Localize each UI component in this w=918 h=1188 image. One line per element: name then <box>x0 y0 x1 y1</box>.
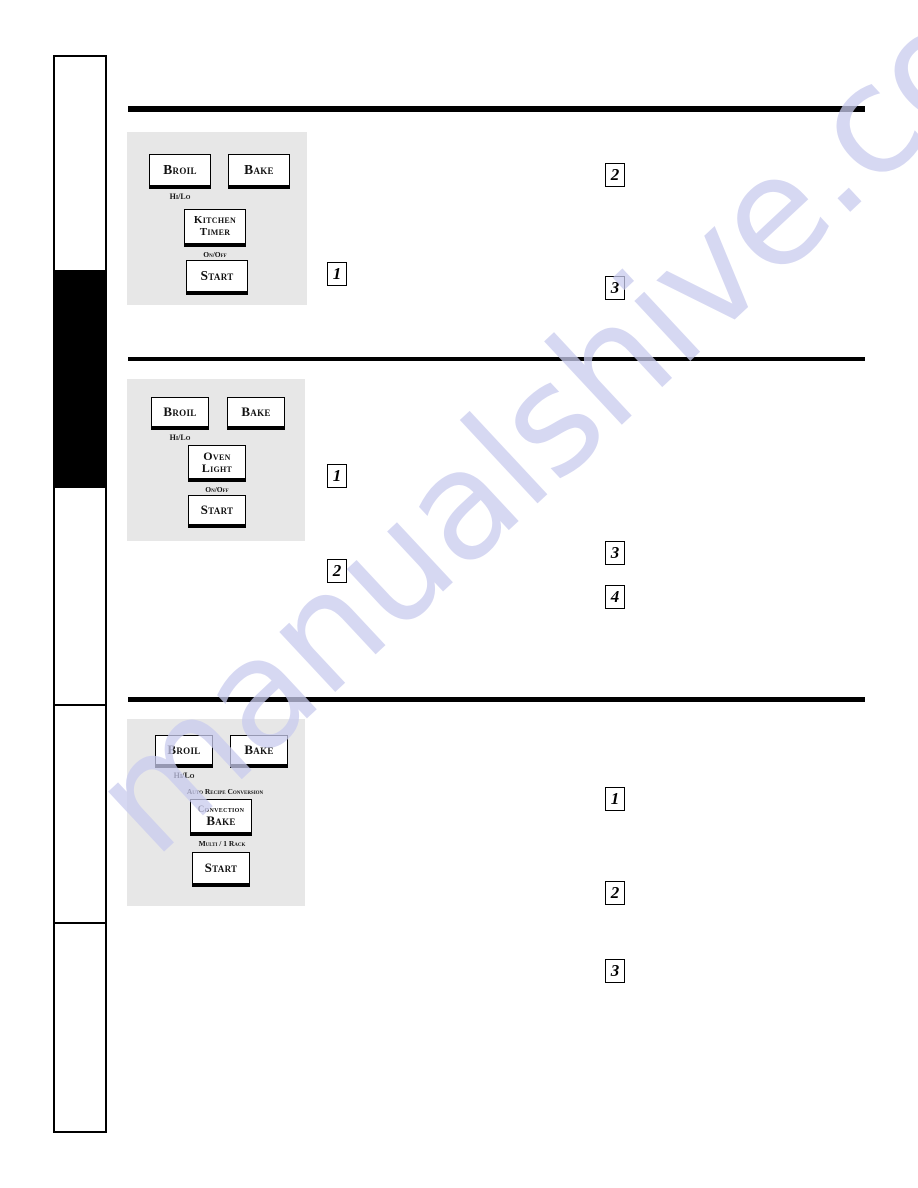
bake-button-label: Bake <box>244 162 274 178</box>
oven-light-button[interactable]: Oven Light <box>188 445 246 482</box>
bake-button[interactable]: Bake <box>227 397 285 430</box>
broil-button[interactable]: Broil <box>151 397 209 430</box>
oven-light-button-label-line2: Light <box>201 461 233 475</box>
bake-button-label: Bake <box>241 404 271 420</box>
broil-sublabel: Hi/Lo <box>169 192 191 201</box>
step-marker: 2 <box>327 559 347 583</box>
bake-button-label: Bake <box>244 742 274 758</box>
step-marker: 4 <box>605 585 625 609</box>
step-marker: 2 <box>605 163 625 187</box>
section-divider-bottom <box>128 697 865 702</box>
sidebar-item-tab-3[interactable] <box>55 488 105 704</box>
broil-sublabel: Hi/Lo <box>173 771 195 780</box>
sidebar-item-tab-1[interactable] <box>55 57 105 270</box>
convection-bake-button-label-line2: Bake <box>206 812 236 828</box>
kitchen-timer-button-label-line1: Kitchen <box>193 214 237 227</box>
step-marker: 3 <box>605 541 625 565</box>
broil-sublabel: Hi/Lo <box>169 433 191 442</box>
start-button-label: Start <box>204 860 238 876</box>
control-panel-oven-light: Broil Hi/Lo Bake Oven Light On/Off Start <box>127 379 305 541</box>
step-marker: 1 <box>605 787 625 811</box>
broil-button[interactable]: Broil <box>155 735 213 768</box>
convection-bake-sublabel: Multi / 1 Rack <box>198 839 246 848</box>
section-divider-top <box>128 106 865 112</box>
step-marker: 2 <box>605 881 625 905</box>
kitchen-timer-button-label-line2: Timer <box>199 225 231 238</box>
start-button[interactable]: Start <box>186 260 248 295</box>
start-button-label: Start <box>200 268 234 284</box>
bake-button[interactable]: Bake <box>230 735 288 768</box>
control-panel-convection-bake: Broil Hi/Lo Bake Auto Recipe Conversion … <box>127 719 305 906</box>
sidebar-tab-strip <box>53 55 107 1133</box>
convection-bake-button[interactable]: Convection Bake <box>190 799 252 836</box>
sidebar-item-tab-4[interactable] <box>55 704 105 922</box>
step-marker: 1 <box>327 262 347 286</box>
start-button-label: Start <box>200 502 234 518</box>
auto-recipe-conversion-heading: Auto Recipe Conversion <box>186 787 264 796</box>
oven-light-sublabel: On/Off <box>205 485 229 494</box>
sidebar-item-tab-5[interactable] <box>55 922 105 1131</box>
step-marker: 3 <box>605 276 625 300</box>
start-button[interactable]: Start <box>192 852 250 887</box>
step-marker: 1 <box>327 464 347 488</box>
sidebar-item-tab-2-active[interactable] <box>55 270 105 488</box>
section-divider-middle <box>128 357 865 361</box>
kitchen-timer-sublabel: On/Off <box>203 250 227 259</box>
bake-button[interactable]: Bake <box>228 154 290 189</box>
start-button[interactable]: Start <box>188 495 246 528</box>
control-panel-kitchen-timer: Broil Hi/Lo Bake Kitchen Timer On/Off St… <box>127 132 307 305</box>
step-marker: 3 <box>605 959 625 983</box>
broil-button-label: Broil <box>163 404 197 420</box>
broil-button-label: Broil <box>163 162 197 178</box>
kitchen-timer-button[interactable]: Kitchen Timer <box>184 209 246 247</box>
broil-button-label: Broil <box>167 742 201 758</box>
broil-button[interactable]: Broil <box>149 154 211 189</box>
